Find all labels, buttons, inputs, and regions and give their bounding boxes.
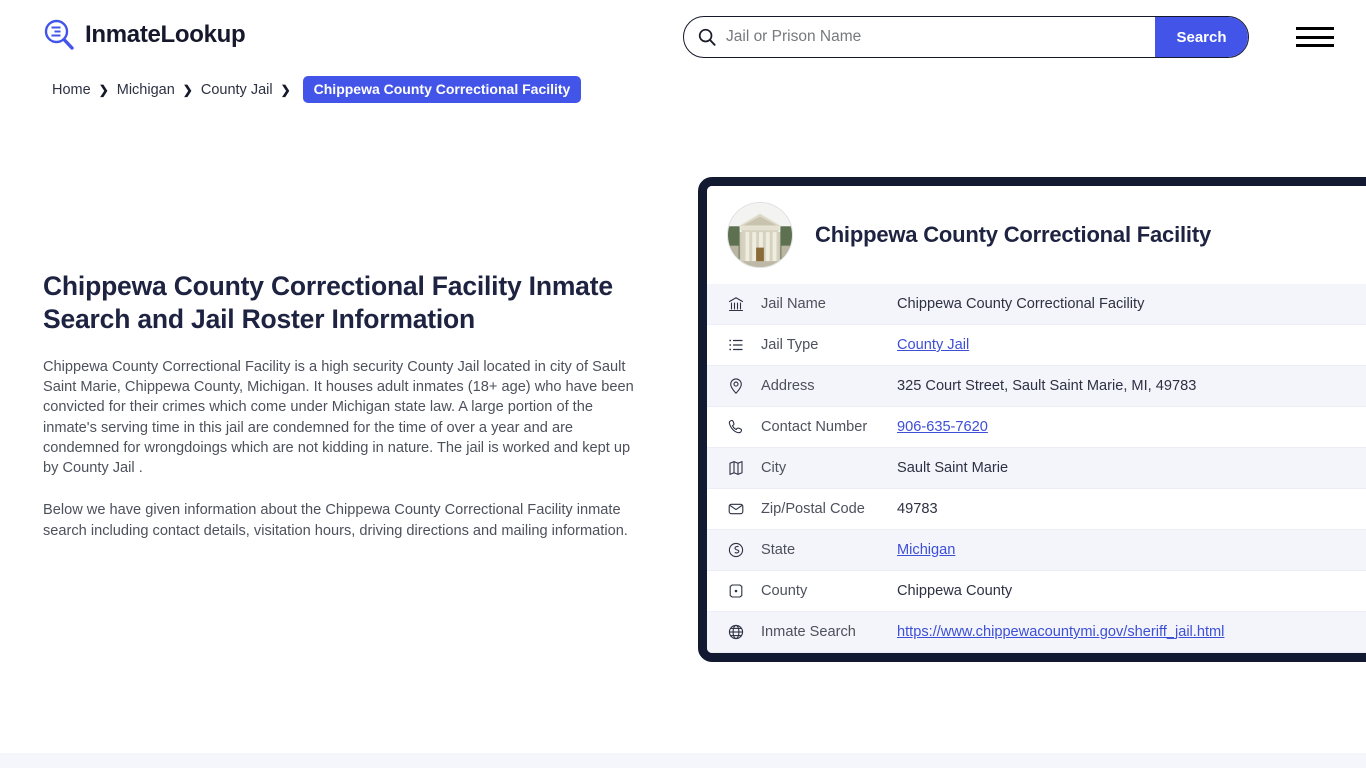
- search-icon: [698, 28, 716, 46]
- row-label: Inmate Search: [761, 624, 856, 640]
- table-row: City Sault Saint Marie: [707, 448, 1366, 489]
- row-label: Jail Name: [761, 296, 826, 312]
- row-value[interactable]: Michigan: [897, 542, 955, 558]
- search-input[interactable]: [716, 17, 1155, 57]
- row-label: City: [761, 460, 787, 476]
- facility-info-card: Chippewa County Correctional Facility Ja…: [698, 177, 1366, 662]
- chevron-right-icon: ❯: [182, 82, 193, 97]
- chevron-right-icon: ❯: [280, 82, 291, 97]
- hamburger-line: [1296, 27, 1334, 30]
- search-bar[interactable]: Search: [683, 16, 1249, 58]
- table-row: Jail Type County Jail: [707, 325, 1366, 366]
- table-row: Zip/Postal Code 49783: [707, 489, 1366, 530]
- state-link[interactable]: Michigan: [897, 542, 955, 558]
- inmate-search-link[interactable]: https://www.chippewacountymi.gov/sheriff…: [897, 624, 1224, 640]
- row-value[interactable]: 906-635-7620: [897, 419, 988, 435]
- row-value: 49783: [897, 501, 938, 517]
- globe-icon: [727, 623, 745, 641]
- row-value: 325 Court Street, Sault Saint Marie, MI,…: [897, 378, 1197, 394]
- facility-card-header: Chippewa County Correctional Facility: [707, 186, 1366, 284]
- row-value[interactable]: https://www.chippewacountymi.gov/sheriff…: [897, 624, 1224, 640]
- logo-text: InmateLookup: [85, 21, 246, 48]
- breadcrumb: Home ❯ Michigan ❯ County Jail ❯ Chippewa…: [52, 76, 582, 103]
- envelope-icon: [727, 500, 745, 518]
- site-header: InmateLookup Search: [0, 0, 1366, 74]
- map-pin-icon: [727, 377, 745, 395]
- table-row: County Chippewa County: [707, 571, 1366, 612]
- description-paragraph-2: Below we have given information about th…: [43, 502, 628, 539]
- table-row: Jail Name Chippewa County Correctional F…: [707, 284, 1366, 325]
- phone-icon: [727, 418, 745, 436]
- facility-card-title: Chippewa County Correctional Facility: [815, 222, 1211, 247]
- county-icon: [727, 582, 745, 600]
- table-row: Contact Number 906-635-7620: [707, 407, 1366, 448]
- row-label: County: [761, 583, 808, 599]
- hamburger-line: [1296, 44, 1334, 47]
- site-logo[interactable]: InmateLookup: [42, 18, 246, 52]
- row-value: Chippewa County: [897, 583, 1013, 599]
- hamburger-menu-icon[interactable]: [1296, 25, 1334, 49]
- row-label: Jail Type: [761, 337, 819, 353]
- row-label: Zip/Postal Code: [761, 501, 865, 517]
- chevron-right-icon: ❯: [98, 82, 109, 97]
- page-title: Chippewa County Correctional Facility In…: [43, 271, 613, 334]
- breadcrumb-item-county-jail[interactable]: County Jail: [201, 82, 273, 98]
- courthouse-photo: [727, 202, 793, 268]
- page-bottom-strip: [0, 753, 1366, 768]
- row-label: State: [761, 542, 796, 558]
- article-column: Chippewa County Correctional Facility In…: [43, 270, 643, 541]
- search-button[interactable]: Search: [1155, 17, 1248, 57]
- row-value: Chippewa County Correctional Facility: [897, 296, 1145, 312]
- table-row: Address 325 Court Street, Sault Saint Ma…: [707, 366, 1366, 407]
- bank-icon: [727, 295, 745, 313]
- row-value[interactable]: County Jail: [897, 337, 969, 353]
- breadcrumb-current: Chippewa County Correctional Facility: [302, 76, 582, 103]
- row-label: Contact Number: [761, 419, 868, 435]
- description-paragraph-1: Chippewa County Correctional Facility is…: [43, 358, 634, 477]
- globe-state-icon: [727, 541, 745, 559]
- row-value: Sault Saint Marie: [897, 460, 1009, 476]
- list-icon: [727, 336, 745, 354]
- magnifier-list-icon: [42, 18, 76, 52]
- breadcrumb-item-michigan[interactable]: Michigan: [117, 82, 175, 98]
- table-row: Inmate Search https://www.chippewacounty…: [707, 612, 1366, 653]
- map-icon: [727, 459, 745, 477]
- row-label: Address: [761, 378, 815, 394]
- facility-detail-table: Jail Name Chippewa County Correctional F…: [707, 284, 1366, 653]
- breadcrumb-item-home[interactable]: Home: [52, 82, 91, 98]
- jail-type-link[interactable]: County Jail: [897, 337, 969, 353]
- hamburger-line: [1296, 35, 1334, 39]
- table-row: State Michigan: [707, 530, 1366, 571]
- contact-number-link[interactable]: 906-635-7620: [897, 419, 988, 435]
